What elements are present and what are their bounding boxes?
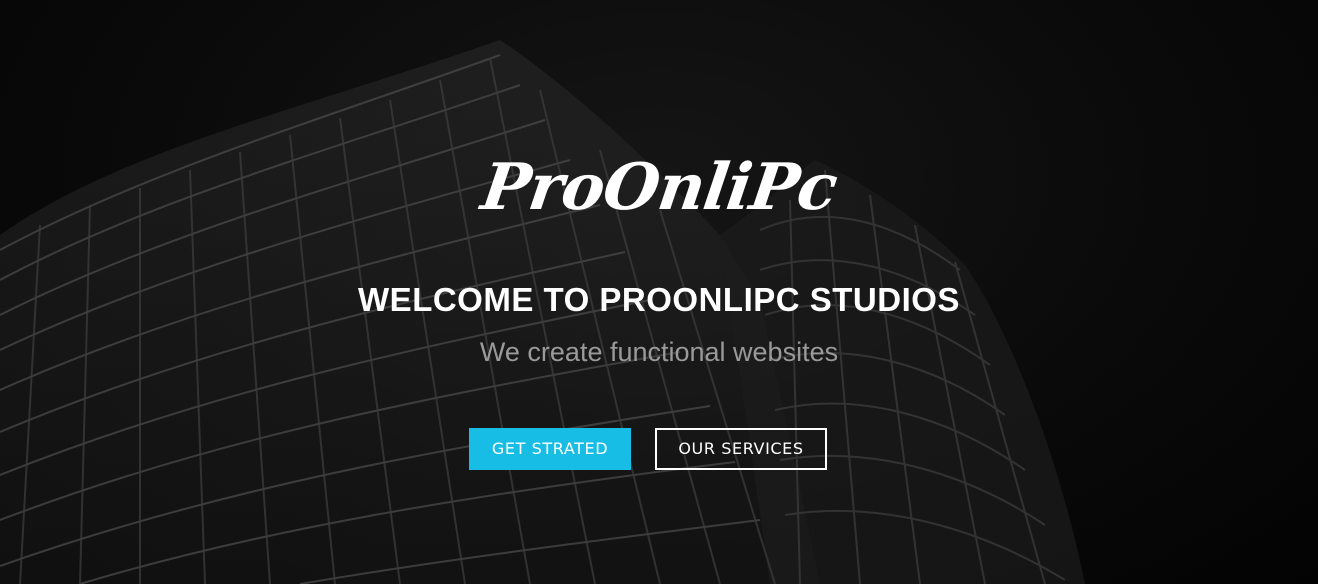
- brand-logo[interactable]: ProOnliPc: [0, 148, 1318, 228]
- get-started-button[interactable]: GET STRATED: [469, 428, 631, 470]
- hero-section: ProOnliPc WELCOME TO PROONLIPC STUDIOS W…: [0, 0, 1318, 584]
- hero-headline: WELCOME TO PROONLIPC STUDIOS: [358, 281, 960, 318]
- our-services-button[interactable]: OUR SERVICES: [655, 428, 827, 470]
- hero-content: ProOnliPc WELCOME TO PROONLIPC STUDIOS W…: [0, 0, 1318, 584]
- hero-tagline: We create functional websites: [479, 337, 839, 367]
